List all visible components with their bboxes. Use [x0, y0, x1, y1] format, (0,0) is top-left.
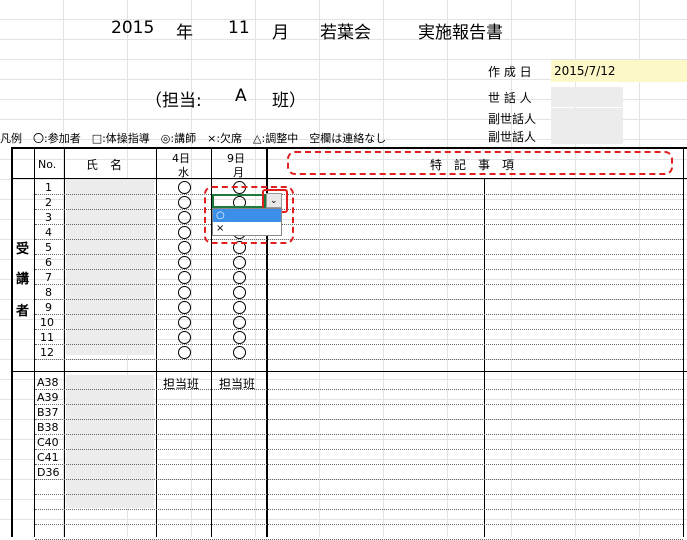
header-day2-weekday: 月	[233, 166, 244, 179]
row-number: 9	[45, 301, 52, 314]
table-top-border	[11, 147, 687, 149]
side-label-3: 者	[16, 304, 30, 319]
attendance-mark-day1[interactable]	[178, 301, 191, 314]
charge-suffix: 班）	[272, 91, 306, 111]
header-day1-weekday: 水	[178, 166, 189, 179]
side-label-1: 受	[16, 242, 30, 257]
row-number: 12	[40, 346, 54, 359]
row-divider	[35, 509, 683, 510]
group-code: D36	[37, 466, 60, 479]
row-divider	[35, 449, 683, 450]
row-divider	[35, 284, 683, 285]
table-right-border	[683, 147, 684, 537]
report-year[interactable]: 2015	[111, 18, 154, 38]
row-number: 2	[45, 196, 52, 209]
legend-text: 凡例 〇:参加者 □:体操指導 ◎:講師 ×:欠席 △:調整中 空欄は連絡なし	[0, 132, 387, 145]
charge-label: （担当:	[145, 91, 202, 111]
header-notes: 特 記 事 項	[430, 158, 515, 172]
attendance-mark-day1[interactable]	[178, 346, 191, 359]
row-number: 4	[45, 226, 52, 239]
report-month[interactable]: 11	[228, 18, 250, 38]
row-divider	[35, 269, 683, 270]
org-name: 若葉会	[320, 23, 371, 43]
row-divider	[35, 194, 683, 195]
row-divider	[35, 434, 683, 435]
vice-caretaker-2-label: 副世話人	[488, 130, 537, 144]
row-number: 6	[45, 256, 52, 269]
header-no: No.	[38, 158, 57, 171]
created-date-cell[interactable]: 2015/7/12	[551, 60, 687, 82]
row-number: 8	[45, 286, 52, 299]
group-code: B37	[37, 406, 59, 419]
created-date-value: 2015/7/12	[554, 64, 616, 78]
attendance-mark-day1[interactable]	[178, 226, 191, 239]
row-divider	[35, 239, 683, 240]
row-divider	[35, 314, 683, 315]
attendance-mark-day1[interactable]	[178, 331, 191, 344]
name-block-bottom[interactable]	[66, 375, 154, 508]
bottom-day1-label: 担当班	[163, 377, 200, 391]
group-code: A39	[37, 391, 59, 404]
row-number: 3	[45, 211, 52, 224]
vice-caretaker-1-label: 副世話人	[488, 112, 537, 126]
header-name: 氏 名	[86, 158, 123, 172]
attendance-mark-day2[interactable]	[233, 286, 246, 299]
report-year-unit: 年	[176, 23, 193, 43]
row-divider	[35, 329, 683, 330]
dropdown-highlight	[204, 186, 294, 244]
row-number: 7	[45, 271, 52, 284]
document-title: 実施報告書	[418, 23, 503, 43]
report-month-unit: 月	[272, 23, 289, 43]
row-divider	[35, 209, 683, 210]
attendance-mark-day2[interactable]	[233, 346, 246, 359]
group-code: A38	[37, 376, 59, 389]
caretaker-label: 世 話 人	[488, 91, 532, 105]
attendance-mark-day1[interactable]	[178, 211, 191, 224]
row-divider	[35, 404, 683, 405]
side-label-2: 講	[16, 272, 30, 287]
attendance-mark-day1[interactable]	[178, 286, 191, 299]
table-left-border	[11, 147, 13, 537]
row-divider	[35, 524, 683, 525]
vice-caretaker-2-cell[interactable]	[551, 128, 623, 144]
attendance-mark-day1[interactable]	[178, 181, 191, 194]
caretaker-cell[interactable]	[551, 87, 623, 107]
attendance-mark-day1[interactable]	[178, 241, 191, 254]
group-code: C41	[37, 451, 59, 464]
table-header-bottom	[11, 178, 687, 179]
row-divider	[35, 479, 683, 480]
attendance-mark-day1[interactable]	[178, 271, 191, 284]
attendance-mark-day2[interactable]	[233, 331, 246, 344]
row-number: 11	[40, 331, 54, 344]
charge-group[interactable]: A	[235, 86, 247, 106]
table-section-divider	[11, 371, 687, 372]
created-date-label: 作 成 日	[488, 65, 532, 79]
attendance-mark-day2[interactable]	[233, 301, 246, 314]
row-number: 5	[45, 241, 52, 254]
group-code: C40	[37, 436, 59, 449]
row-divider	[35, 224, 683, 225]
attendance-mark-day1[interactable]	[178, 316, 191, 329]
attendance-mark-day1[interactable]	[178, 196, 191, 209]
row-divider	[35, 359, 683, 360]
col-divider-notes	[484, 178, 485, 537]
row-divider	[35, 254, 683, 255]
row-number: 1	[45, 181, 52, 194]
attendance-mark-day2[interactable]	[233, 316, 246, 329]
group-code: B38	[37, 421, 59, 434]
attendance-mark-day2[interactable]	[233, 271, 246, 284]
attendance-mark-day2[interactable]	[233, 256, 246, 269]
row-divider	[35, 419, 683, 420]
row-divider	[35, 389, 683, 390]
vice-caretaker-1-cell[interactable]	[551, 108, 623, 128]
bottom-day2-label: 担当班	[219, 377, 256, 391]
row-divider	[35, 299, 683, 300]
row-divider	[35, 464, 683, 465]
row-number: 10	[40, 316, 54, 329]
row-divider	[35, 494, 683, 495]
attendance-mark-day1[interactable]	[178, 256, 191, 269]
row-divider	[35, 344, 683, 345]
